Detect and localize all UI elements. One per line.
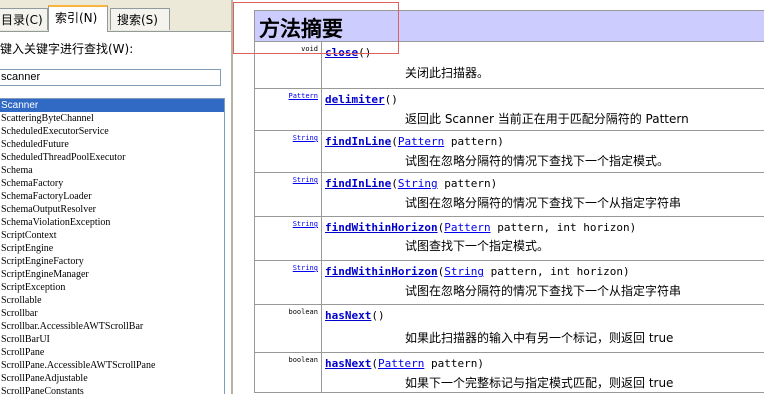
index-list-item[interactable]: ScriptException [0, 281, 224, 294]
method-description: 返回此 Scanner 当前正在用于匹配分隔符的 Pattern [405, 112, 689, 126]
method-signature: findInLine(String pattern) [325, 177, 497, 190]
index-list-item[interactable]: ScriptContext [0, 229, 224, 242]
index-list-item[interactable]: ScriptEngineFactory [0, 255, 224, 268]
param-type-link[interactable]: Pattern [378, 357, 424, 370]
signature-open-paren: ( [371, 309, 378, 322]
tab-contents[interactable]: 目录(C) [0, 8, 48, 30]
method-row: String findWithinHorizon(String pattern, … [254, 261, 764, 305]
signature-open-paren: ( [391, 177, 398, 190]
index-list-item[interactable]: ScheduledExecutorService [0, 125, 224, 138]
method-name-link[interactable]: findWithinHorizon [325, 221, 438, 234]
index-list-item[interactable]: ScrollBarUI [0, 333, 224, 346]
keyword-label: 键入关键字进行查找(W): [0, 42, 134, 56]
signature-params: pattern, int horizon) [490, 221, 637, 234]
index-list-item[interactable]: Schema [0, 164, 224, 177]
signature-params: pattern, int horizon) [483, 265, 630, 278]
signature-params: pattern) [424, 357, 484, 370]
method-name-link[interactable]: findWithinHorizon [325, 265, 438, 278]
index-list-item[interactable]: ScriptEngine [0, 242, 224, 255]
index-list-item[interactable]: SchemaFactoryLoader [0, 190, 224, 203]
method-row: String findWithinHorizon(Pattern pattern,… [254, 217, 764, 261]
method-signature: hasNext() [325, 309, 385, 322]
method-row: Pattern delimiter() 返回此 Scanner 当前正在用于匹配分隔… [254, 89, 764, 131]
method-name-link[interactable]: delimiter [325, 93, 385, 106]
method-description: 试图查找下一个指定模式。 [405, 239, 550, 253]
index-list[interactable]: Scanner ScatteringByteChannel ScheduledExe… [0, 98, 225, 394]
method-row: boolean hasNext() 如果此扫描器的输入中有另一个标记，则返回 tru… [254, 305, 764, 353]
return-type[interactable]: String [255, 217, 322, 260]
method-summary-table: void close() 关闭此扫描器。 Pattern delimiter() 返回此 … [254, 42, 764, 393]
method-row: String findInLine(Pattern pattern) 试图在忽略分隔… [254, 131, 764, 173]
keyword-input[interactable] [0, 69, 221, 86]
index-list-item[interactable]: ScriptEngineManager [0, 268, 224, 281]
method-name-link[interactable]: findInLine [325, 135, 391, 148]
method-description: 试图在忽略分隔符的情况下查找下一个从指定字符串 [405, 196, 682, 210]
method-signature: findWithinHorizon(Pattern pattern, int h… [325, 221, 636, 234]
return-type: boolean [255, 305, 322, 352]
method-description: 如果下一个完整标记与指定模式匹配，则返回 true [405, 376, 674, 390]
method-name-link[interactable]: hasNext [325, 357, 371, 370]
method-signature: delimiter() [325, 93, 398, 106]
method-name-link[interactable]: findInLine [325, 177, 391, 190]
index-list-item[interactable]: ScheduledThreadPoolExecutor [0, 151, 224, 164]
param-type-link[interactable]: Pattern [444, 221, 490, 234]
method-signature: findInLine(Pattern pattern) [325, 135, 504, 148]
param-type-link[interactable]: Pattern [398, 135, 444, 148]
index-list-item[interactable]: ScheduledFuture [0, 138, 224, 151]
index-list-item[interactable]: SchemaFactory [0, 177, 224, 190]
method-description: 试图在忽略分隔符的情况下查找下一个从指定字符串 [405, 284, 682, 298]
method-row: String findInLine(String pattern) 试图在忽略分隔符… [254, 173, 764, 217]
index-list-item[interactable]: SchemaOutputResolver [0, 203, 224, 216]
help-navigation-pane: 目录(C) 索引(N) 搜索(S) 键入关键字进行查找(W): Scanner S… [0, 0, 231, 394]
index-list-item[interactable]: ScrollPaneConstants [0, 385, 224, 394]
signature-open-paren: ( [391, 135, 398, 148]
tab-index[interactable]: 索引(N) [48, 5, 108, 32]
method-name-link[interactable]: hasNext [325, 309, 371, 322]
return-type[interactable]: Pattern [255, 89, 322, 130]
return-type[interactable]: String [255, 173, 322, 216]
index-list-item[interactable]: ScrollPane [0, 346, 224, 359]
index-list-item[interactable]: ScrollPane.AccessibleAWTScrollPane [0, 359, 224, 372]
method-row: boolean hasNext(Pattern pattern) 如果下一个完整标记… [254, 353, 764, 393]
method-description: 关闭此扫描器。 [405, 66, 490, 80]
doc-content-pane: 方法摘要 void close() 关闭此扫描器。 Pattern delimiter(… [233, 0, 764, 394]
param-type-link[interactable]: String [444, 265, 484, 278]
signature-params: ) [377, 309, 385, 322]
return-type: boolean [255, 353, 322, 392]
signature-params: ) [391, 93, 398, 106]
return-type[interactable]: String [255, 131, 322, 172]
index-list-item[interactable]: Scrollable [0, 294, 224, 307]
index-list-item[interactable]: Scrollbar.AccessibleAWTScrollBar [0, 320, 224, 333]
param-type-link[interactable]: String [398, 177, 438, 190]
signature-params: pattern) [437, 177, 498, 190]
index-list-item[interactable]: Scrollbar [0, 307, 224, 320]
signature-open-paren: ( [371, 357, 378, 370]
method-description: 如果此扫描器的输入中有另一个标记，则返回 true [405, 331, 674, 345]
tab-search[interactable]: 搜索(S) [110, 8, 170, 30]
method-signature: hasNext(Pattern pattern) [325, 357, 484, 370]
signature-params: pattern) [444, 135, 504, 148]
method-signature: findWithinHorizon(String pattern, int ho… [325, 265, 630, 278]
return-type[interactable]: String [255, 261, 322, 304]
index-list-item[interactable]: ScatteringByteChannel [0, 112, 224, 125]
index-list-item[interactable]: ScrollPaneAdjustable [0, 372, 224, 385]
focus-highlight-box [233, 2, 399, 54]
index-list-item[interactable]: SchemaViolationException [0, 216, 224, 229]
method-description: 试图在忽略分隔符的情况下查找下一个指定模式。 [405, 154, 670, 168]
index-list-item[interactable]: Scanner [0, 99, 224, 112]
